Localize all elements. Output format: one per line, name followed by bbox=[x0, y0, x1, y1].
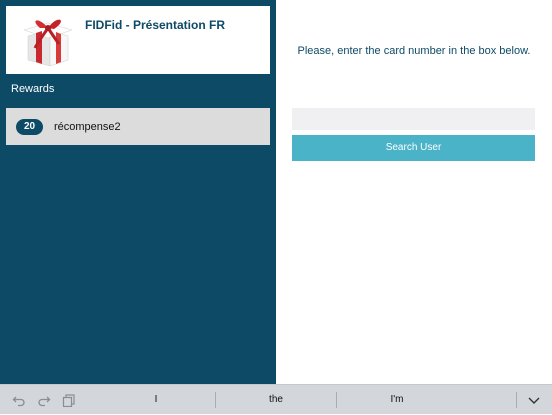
gift-icon bbox=[23, 19, 73, 67]
keyboard-suggestion-bar: I the I'm bbox=[0, 384, 552, 414]
suggestion-1[interactable]: I bbox=[96, 385, 216, 415]
reward-points-badge: 20 bbox=[16, 119, 43, 135]
instruction-text: Please, enter the card number in the box… bbox=[297, 45, 531, 57]
suggestion-2[interactable]: the bbox=[216, 385, 336, 415]
redo-icon[interactable] bbox=[37, 393, 51, 407]
suggestion-divider bbox=[516, 392, 517, 408]
sidebar: FIDFid - Présentation FR Rewards 20 réco… bbox=[0, 0, 276, 384]
paste-icon[interactable] bbox=[62, 393, 76, 407]
app-title: FIDFid - Présentation FR bbox=[85, 18, 226, 32]
rewards-heading: Rewards bbox=[11, 83, 55, 95]
search-user-button[interactable]: Search User bbox=[292, 135, 535, 161]
reward-item[interactable]: 20 récompense2 bbox=[6, 108, 270, 145]
undo-icon[interactable] bbox=[12, 393, 26, 407]
card-number-input[interactable] bbox=[292, 108, 535, 130]
app-header-card: FIDFid - Présentation FR bbox=[6, 6, 270, 74]
suggestion-3[interactable]: I'm bbox=[337, 385, 457, 415]
reward-label: récompense2 bbox=[54, 121, 121, 133]
chevron-down-icon[interactable] bbox=[527, 393, 541, 407]
main-panel: Please, enter the card number in the box… bbox=[276, 0, 552, 384]
